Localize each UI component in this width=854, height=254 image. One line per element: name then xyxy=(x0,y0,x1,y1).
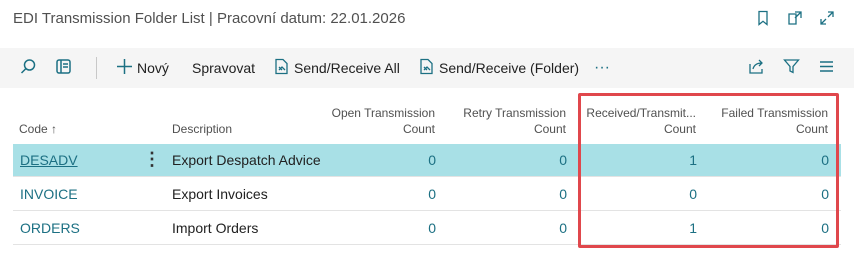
column-header-retry-transmission-count[interactable]: Retry Transmission Count xyxy=(440,105,566,137)
send-receive-icon xyxy=(273,58,290,78)
plus-icon xyxy=(116,58,133,78)
new-button-label: Nový xyxy=(137,60,169,76)
send-receive-folder-button[interactable]: Send/Receive (Folder) xyxy=(418,48,579,88)
filter-icon xyxy=(783,58,800,78)
expand-icon[interactable] xyxy=(818,9,836,27)
new-button[interactable]: Nový xyxy=(116,48,169,88)
filter-button[interactable] xyxy=(783,48,800,88)
send-receive-folder-icon xyxy=(418,58,435,78)
row-open-count[interactable]: 0 xyxy=(313,144,436,177)
filter-pane-icon xyxy=(55,58,72,78)
bookmark-icon[interactable] xyxy=(754,9,772,27)
row-retry-count[interactable]: 0 xyxy=(453,178,567,211)
manage-button[interactable]: Spravovat xyxy=(192,48,255,88)
column-header-description[interactable]: Description xyxy=(172,121,232,137)
highlight-box xyxy=(578,93,839,248)
row-description: Export Despatch Advice xyxy=(172,152,321,168)
row-description: Export Invoices xyxy=(172,186,268,202)
more-actions-button[interactable]: ··· xyxy=(594,48,610,88)
row-code-link[interactable]: DESADV xyxy=(20,144,78,177)
column-header-open-line1: Open Transmission xyxy=(331,106,435,120)
row-retry-count[interactable]: 0 xyxy=(453,144,567,177)
open-in-new-window-icon[interactable] xyxy=(786,9,804,27)
title-actions xyxy=(754,9,836,27)
title-bar: EDI Transmission Folder List | Pracovní … xyxy=(0,0,854,44)
column-header-code-label: Code xyxy=(19,122,48,136)
list-view-icon xyxy=(818,58,835,78)
column-header-retry-line2: Count xyxy=(533,122,566,136)
share-button[interactable] xyxy=(748,48,765,88)
row-open-count[interactable]: 0 xyxy=(313,178,436,211)
page-title: EDI Transmission Folder List | Pracovní … xyxy=(13,10,406,27)
sort-ascending-icon: ↑ xyxy=(51,122,58,136)
row-actions-menu-icon[interactable]: ⋮ xyxy=(143,144,161,177)
list-view-button[interactable] xyxy=(818,48,835,88)
share-icon xyxy=(748,58,765,78)
action-bar: Nový Spravovat Send/Receive All Send/Rec… xyxy=(0,48,854,88)
column-header-open-line2: Count xyxy=(402,122,435,136)
filter-pane-button[interactable] xyxy=(55,48,72,88)
column-header-open-transmission-count[interactable]: Open Transmission Count xyxy=(300,105,435,137)
row-open-count[interactable]: 0 xyxy=(313,212,436,245)
manage-button-label: Spravovat xyxy=(192,60,256,76)
row-description: Import Orders xyxy=(172,220,259,236)
send-receive-folder-label: Send/Receive (Folder) xyxy=(439,60,580,76)
row-retry-count[interactable]: 0 xyxy=(453,212,567,245)
column-header-retry-line1: Retry Transmission xyxy=(463,106,566,120)
row-code-link[interactable]: INVOICE xyxy=(20,178,78,211)
row-code-link[interactable]: ORDERS xyxy=(20,212,80,245)
search-button[interactable] xyxy=(20,48,37,88)
column-header-code[interactable]: Code ↑ xyxy=(19,121,57,137)
send-receive-all-button[interactable]: Send/Receive All xyxy=(273,48,400,88)
send-receive-all-label: Send/Receive All xyxy=(294,60,400,76)
search-icon xyxy=(20,58,37,78)
toolbar-divider xyxy=(96,57,97,79)
